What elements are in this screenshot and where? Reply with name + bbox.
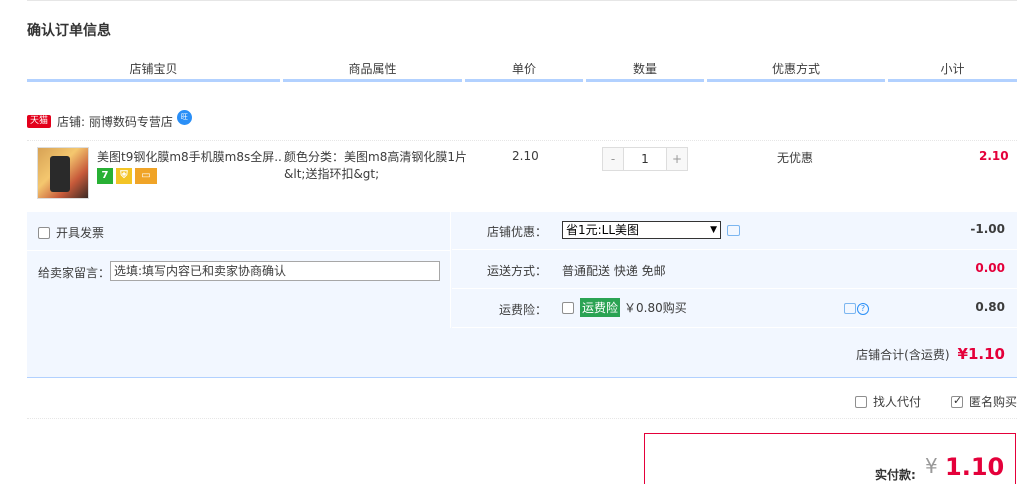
shop-total: 店铺合计(含运费) ¥1.10	[856, 345, 1005, 363]
column-header-attr: 商品属性	[283, 60, 462, 82]
anonymous-checkbox[interactable]	[950, 394, 963, 408]
table-header: 店铺宝贝 商品属性 单价 数量 优惠方式 小计	[27, 60, 1017, 82]
buyer-options: 开具发票 给卖家留言： 选填:填写内容已和卖家协商确认	[27, 212, 451, 328]
chat-icon[interactable]	[844, 303, 856, 314]
service-badges: 7 ⛨ ▭	[97, 168, 157, 184]
column-header-item: 店铺宝贝	[27, 60, 280, 82]
shop-name[interactable]: 店铺: 丽博数码专营店	[57, 113, 173, 130]
shop-discount-value: -1.00	[970, 222, 1005, 236]
column-header-price: 单价	[465, 60, 583, 82]
credit-card-icon[interactable]: ▭	[135, 168, 157, 184]
invoice-checkbox[interactable]	[38, 226, 50, 239]
quantity-input[interactable]: 1	[624, 147, 666, 171]
invoice-label: 开具发票	[56, 226, 105, 240]
order-item-row: 美图t9钢化膜m8手机膜m8s全屏... 7 ⛨ ▭ 颜色分类：美图m8高清钢化…	[27, 140, 1017, 210]
insurance-checkbox[interactable]	[562, 301, 574, 314]
invoice-option[interactable]: 开具发票	[38, 224, 104, 241]
shipping-row: 运送方式： 普通配送 快递 免邮 0.00	[452, 251, 1017, 289]
insurance-label: 运费险：	[498, 303, 547, 317]
chat-bubble-icon[interactable]: 旺	[176, 109, 192, 125]
shop-total-value: ¥1.10	[957, 345, 1005, 363]
insurance-help: ?	[844, 303, 869, 315]
product-title[interactable]: 美图t9钢化膜m8手机膜m8s全屏...	[97, 149, 282, 165]
proxy-pay-label: 找人代付	[872, 395, 921, 409]
quantity-stepper: - 1 +	[602, 147, 688, 171]
pay-currency: ¥	[925, 454, 938, 478]
shipping-method: 普通配送 快递 免邮	[562, 264, 666, 278]
shipping-label: 运送方式：	[486, 264, 547, 278]
pay-amount: 1.10	[945, 453, 1005, 481]
payment-summary: 实付款: ¥ 1.10	[644, 433, 1016, 484]
message-label: 给卖家留言：	[38, 266, 111, 280]
promo-method: 无优惠	[777, 151, 814, 165]
insurance-price: ￥0.80购买	[624, 301, 687, 315]
shop-discount-row: 店铺优惠： 省1元:LL美图 ▼ -1.00	[452, 212, 1017, 250]
insurance-option[interactable]: 运费险 ￥0.80购买	[562, 298, 687, 317]
shop-line: 天猫 店铺: 丽博数码专营店 旺	[27, 109, 192, 130]
guarantee-icon[interactable]: ⛨	[116, 168, 132, 184]
product-thumbnail[interactable]	[37, 147, 89, 199]
help-icon[interactable]: ?	[857, 303, 869, 315]
pay-label: 实付款:	[875, 468, 916, 482]
shop-total-label: 店铺合计(含运费)	[856, 348, 950, 362]
insurance-value: 0.80	[975, 300, 1005, 314]
order-options-panel: 开具发票 给卖家留言： 选填:填写内容已和卖家协商确认 店铺优惠： 省1元:LL…	[27, 212, 1017, 378]
unit-price: 2.10	[512, 149, 539, 163]
shop-discount-label: 店铺优惠：	[486, 225, 547, 239]
shipping-value: 0.00	[975, 261, 1005, 275]
insurance-row: 运费险： 运费险 ￥0.80购买 ? 0.80	[452, 290, 1017, 328]
insurance-tag: 运费险	[580, 298, 621, 317]
footer-options: 找人代付 匿名购买	[854, 393, 1017, 410]
column-header-promo: 优惠方式	[707, 60, 885, 82]
shop-discount-select[interactable]: 省1元:LL美图 ▼	[562, 221, 721, 239]
top-divider	[27, 0, 1017, 2]
item-subtotal: 2.10	[979, 149, 1009, 163]
shop-discount-selected: 省1元:LL美图	[566, 223, 640, 237]
column-header-quantity: 数量	[586, 60, 704, 82]
quantity-plus-button[interactable]: +	[666, 147, 688, 171]
seven-day-return-icon[interactable]: 7	[97, 168, 113, 184]
tmall-badge: 天猫	[27, 114, 52, 128]
quantity-minus-button[interactable]: -	[602, 147, 624, 171]
divider	[27, 250, 451, 251]
proxy-pay-option[interactable]: 找人代付	[854, 393, 921, 410]
anonymous-option[interactable]: 匿名购买	[950, 393, 1017, 410]
proxy-pay-checkbox[interactable]	[854, 395, 867, 408]
seller-message-input[interactable]: 选填:填写内容已和卖家协商确认	[110, 261, 440, 281]
chevron-down-icon: ▼	[710, 225, 717, 235]
chat-icon[interactable]	[727, 225, 740, 236]
column-header-subtotal: 小计	[888, 60, 1017, 82]
product-attributes: 颜色分类：美图m8高清钢化膜1片 &lt;送指环扣&gt;	[284, 150, 467, 181]
anonymous-label: 匿名购买	[968, 395, 1017, 409]
page-title: 确认订单信息	[27, 23, 111, 39]
divider	[27, 418, 1017, 419]
